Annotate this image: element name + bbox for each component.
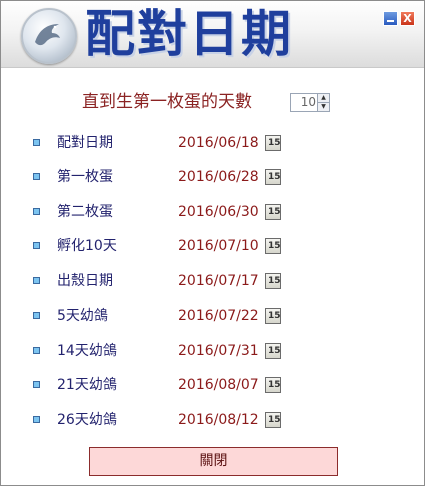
days-to-first-egg-label: 直到生第一枚蛋的天數 [82, 92, 252, 112]
bullet-icon [33, 416, 40, 423]
title-bar: 配對日期 X [1, 1, 424, 68]
schedule-date: 2016/07/31 [178, 343, 259, 359]
schedule-row: 26天幼鴿 2016/08/12 15 [1, 409, 424, 431]
bullet-icon [33, 277, 40, 284]
pigeon-logo-icon [21, 8, 77, 64]
calendar-icon[interactable]: 15 [265, 273, 281, 289]
schedule-label: 14天幼鴿 [57, 343, 117, 359]
calendar-icon[interactable]: 15 [265, 412, 281, 428]
schedule-date: 2016/08/07 [178, 377, 259, 393]
bullet-icon [33, 139, 40, 146]
days-stepper[interactable]: 10 ▲ ▼ [290, 93, 330, 112]
calendar-icon[interactable]: 15 [265, 238, 281, 254]
schedule-row: 5天幼鴿 2016/07/22 15 [1, 305, 424, 327]
stepper-arrows: ▲ ▼ [317, 94, 329, 111]
bullet-icon [33, 381, 40, 388]
schedule-label: 5天幼鴿 [57, 308, 108, 324]
schedule-row: 配對日期 2016/06/18 15 [1, 132, 424, 154]
bullet-icon [33, 312, 40, 319]
schedule-row: 14天幼鴿 2016/07/31 15 [1, 340, 424, 362]
app-title: 配對日期 [85, 4, 293, 63]
schedule-date: 2016/07/10 [178, 238, 259, 254]
schedule-label: 第二枚蛋 [57, 204, 113, 220]
minimize-icon [387, 20, 394, 22]
close-button[interactable]: 關閉 [89, 447, 338, 476]
schedule-label: 孵化10天 [57, 238, 117, 254]
schedule-label: 21天幼鴿 [57, 377, 117, 393]
bullet-icon [33, 347, 40, 354]
calendar-icon[interactable]: 15 [265, 135, 281, 151]
schedule-date: 2016/06/18 [178, 135, 259, 151]
schedule-row: 21天幼鴿 2016/08/07 15 [1, 374, 424, 396]
schedule-label: 26天幼鴿 [57, 412, 117, 428]
schedule-date: 2016/06/30 [178, 204, 259, 220]
stepper-up-icon[interactable]: ▲ [318, 94, 329, 103]
bullet-icon [33, 242, 40, 249]
days-to-first-egg-row: 直到生第一枚蛋的天數 10 ▲ ▼ [1, 91, 424, 113]
calendar-icon[interactable]: 15 [265, 377, 281, 393]
schedule-date: 2016/06/28 [178, 169, 259, 185]
days-stepper-value[interactable]: 10 [301, 94, 316, 111]
calendar-icon[interactable]: 15 [265, 204, 281, 220]
schedule-label: 出殼日期 [57, 273, 113, 289]
bullet-icon [33, 173, 40, 180]
schedule-label: 配對日期 [57, 135, 113, 151]
pairing-date-window: 配對日期 X 直到生第一枚蛋的天數 10 ▲ ▼ 配對日期 2016/06/18… [0, 0, 425, 486]
schedule-label: 第一枚蛋 [57, 169, 113, 185]
calendar-icon[interactable]: 15 [265, 308, 281, 324]
stepper-down-icon[interactable]: ▼ [318, 103, 329, 111]
window-close-button[interactable]: X [400, 11, 415, 26]
calendar-icon[interactable]: 15 [265, 343, 281, 359]
schedule-row: 孵化10天 2016/07/10 15 [1, 235, 424, 257]
schedule-row: 第二枚蛋 2016/06/30 15 [1, 201, 424, 223]
calendar-icon[interactable]: 15 [265, 169, 281, 185]
schedule-date: 2016/08/12 [178, 412, 259, 428]
schedule-date: 2016/07/17 [178, 273, 259, 289]
bullet-icon [33, 208, 40, 215]
schedule-row: 第一枚蛋 2016/06/28 15 [1, 166, 424, 188]
schedule-date: 2016/07/22 [178, 308, 259, 324]
schedule-row: 出殼日期 2016/07/17 15 [1, 270, 424, 292]
minimize-button[interactable] [383, 11, 398, 26]
